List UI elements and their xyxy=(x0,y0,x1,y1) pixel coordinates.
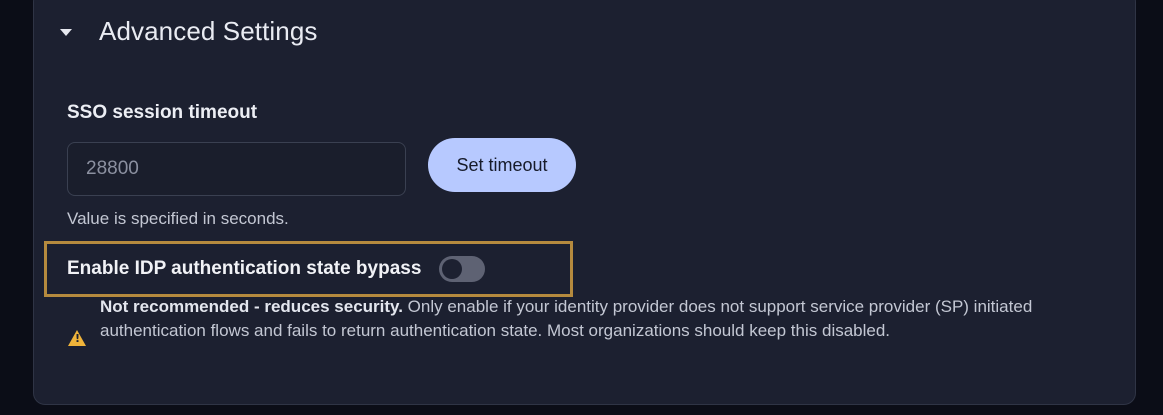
warning-triangle-icon xyxy=(68,330,86,346)
sso-timeout-input[interactable] xyxy=(67,142,406,196)
idp-bypass-label: Enable IDP authentication state bypass xyxy=(67,258,422,279)
security-warning-text: Not recommended - reduces security. Only… xyxy=(100,295,1100,343)
toggle-knob xyxy=(442,259,463,279)
section-title: Advanced Settings xyxy=(99,15,318,46)
idp-bypass-setting: Enable IDP authentication state bypass xyxy=(44,241,573,297)
chevron-down-icon[interactable] xyxy=(60,28,72,36)
timeout-helper-text: Value is specified in seconds. xyxy=(67,209,289,228)
advanced-settings-header[interactable]: Advanced Settings xyxy=(60,11,318,51)
idp-bypass-toggle[interactable] xyxy=(439,256,486,282)
warning-emphasis: Not recommended - reduces security. xyxy=(100,297,403,316)
advanced-settings-panel: Advanced Settings SSO session timeout Se… xyxy=(33,0,1136,405)
sso-timeout-label: SSO session timeout xyxy=(67,102,258,123)
set-timeout-button[interactable]: Set timeout xyxy=(428,138,576,192)
